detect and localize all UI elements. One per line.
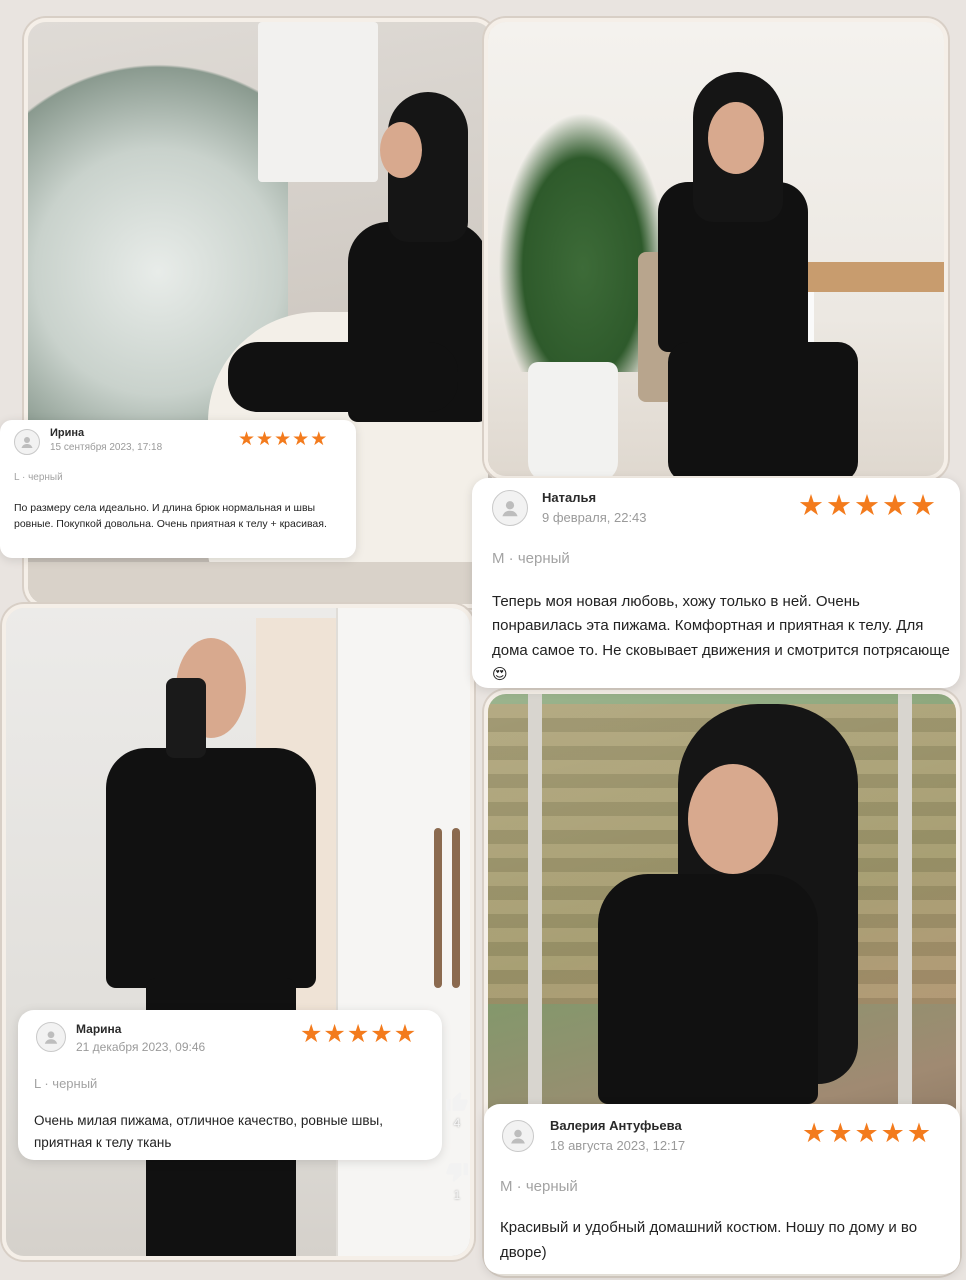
rating-stars: ★ ★ ★ ★ ★ xyxy=(300,1022,417,1047)
door-handle xyxy=(434,828,442,988)
review-collage: Ирина 15 сентября 2023, 17:18 ★ ★ ★ ★ ★ … xyxy=(0,0,966,1280)
star-icon: ★ xyxy=(310,429,328,450)
user-avatar-icon xyxy=(14,429,40,455)
rating-stars: ★ ★ ★ ★ ★ xyxy=(238,430,328,449)
plant-pot xyxy=(528,362,618,476)
star-icon: ★ xyxy=(798,490,824,522)
swing-rope xyxy=(528,694,542,1114)
table xyxy=(788,262,944,292)
star-icon: ★ xyxy=(826,490,852,522)
review-variant: M · черный xyxy=(500,1178,578,1195)
like-button[interactable]: 4 xyxy=(444,1088,470,1130)
star-icon: ★ xyxy=(370,1020,393,1048)
review-author: Наталья xyxy=(542,490,597,505)
wall-panel xyxy=(258,22,378,182)
door-handle xyxy=(452,828,460,988)
review-photo-2[interactable] xyxy=(484,18,948,480)
review-date: 21 декабря 2023, 09:46 xyxy=(76,1040,206,1054)
rating-stars: ★ ★ ★ ★ ★ xyxy=(798,492,938,521)
person-torso xyxy=(598,874,818,1104)
review-author: Марина xyxy=(76,1022,122,1036)
review-author: Ирина xyxy=(50,427,85,439)
review-text: Очень милая пижама, отличное качество, р… xyxy=(34,1113,383,1151)
dislike-button[interactable]: 1 xyxy=(444,1160,470,1202)
star-icon: ★ xyxy=(882,490,908,522)
review-text: Красивый и удобный домашний костюм. Ношу… xyxy=(500,1219,918,1261)
review-text: По размеру села идеально. И длина брюк н… xyxy=(14,502,327,531)
star-icon: ★ xyxy=(910,490,936,522)
star-icon: ★ xyxy=(854,490,880,522)
person-torso xyxy=(106,748,316,988)
review-date: 15 сентября 2023, 17:18 xyxy=(50,442,163,453)
star-icon: ★ xyxy=(292,429,310,450)
person-face xyxy=(708,102,764,174)
review-card: Ирина 15 сентября 2023, 17:18 ★ ★ ★ ★ ★ … xyxy=(0,420,356,558)
review-card: Наталья 9 февраля, 22:43 ★ ★ ★ ★ ★ M · ч… xyxy=(472,478,960,688)
person-legs xyxy=(228,342,458,412)
star-icon: ★ xyxy=(802,1118,827,1148)
person-face xyxy=(688,764,778,874)
person-legs xyxy=(668,342,858,476)
star-icon: ★ xyxy=(880,1118,905,1148)
star-icon: ★ xyxy=(828,1118,853,1148)
floor xyxy=(28,562,492,604)
review-variant: M · черный xyxy=(492,550,570,567)
star-icon: ★ xyxy=(300,1020,323,1048)
review-date: 18 августа 2023, 12:17 xyxy=(550,1138,686,1153)
star-icon: ★ xyxy=(393,1020,417,1048)
review-variant: L · черный xyxy=(34,1076,98,1091)
thumbs-up-icon xyxy=(446,1092,468,1111)
star-icon: ★ xyxy=(238,429,256,450)
star-icon: ★ xyxy=(256,429,274,450)
person-face xyxy=(380,122,422,178)
user-avatar-icon xyxy=(502,1120,534,1152)
review-card: Валерия Антуфьева 18 августа 2023, 12:17… xyxy=(484,1104,960,1274)
swing-rope xyxy=(898,694,912,1114)
review-date: 9 февраля, 22:43 xyxy=(542,510,647,525)
user-avatar-icon xyxy=(36,1022,66,1052)
star-icon: ★ xyxy=(906,1118,932,1148)
review-variant: L · черный xyxy=(14,472,63,483)
smartphone xyxy=(166,678,206,758)
review-photo-3[interactable] xyxy=(2,604,474,1260)
star-icon: ★ xyxy=(323,1020,346,1048)
like-count: 4 xyxy=(453,1116,461,1130)
thumbs-down-icon xyxy=(446,1163,468,1182)
review-text: Теперь моя новая любовь, хожу только в н… xyxy=(492,593,950,683)
star-icon: ★ xyxy=(854,1118,879,1148)
dislike-count: 1 xyxy=(453,1188,461,1202)
review-card: Марина 21 декабря 2023, 09:46 ★ ★ ★ ★ ★ … xyxy=(18,1010,442,1160)
user-avatar-icon xyxy=(492,490,528,526)
review-author: Валерия Антуфьева xyxy=(550,1118,682,1133)
star-icon: ★ xyxy=(274,429,292,450)
star-icon: ★ xyxy=(346,1020,370,1048)
rating-stars: ★ ★ ★ ★ ★ xyxy=(802,1120,933,1147)
